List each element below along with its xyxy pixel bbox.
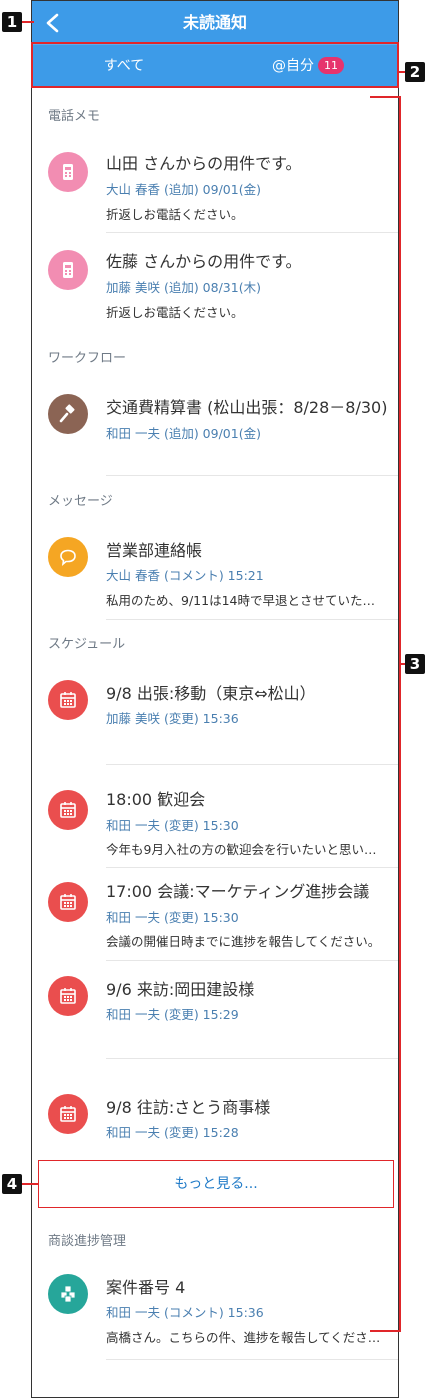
- tab-mentions[interactable]: @自分 11: [216, 45, 398, 88]
- divider: [106, 475, 398, 476]
- item-title: 9/8 往訪:さとう商事様: [106, 1098, 271, 1117]
- item-meta: 和田 一夫 (コメント) 15:36: [106, 1305, 264, 1320]
- item-title: 案件番号 4: [106, 1278, 186, 1297]
- tab-bar: すべて @自分 11: [32, 44, 398, 88]
- section-header-schedule: スケジュール: [48, 637, 126, 652]
- item-meta: 和田 一夫 (変更) 15:30: [106, 910, 239, 925]
- gavel-icon: [48, 394, 88, 434]
- list-item[interactable]: 18:00 歓迎会 和田 一夫 (変更) 15:30 今年も9月入社の方の歓迎会…: [32, 786, 398, 866]
- list-item[interactable]: 9/6 来訪:岡田建設様 和田 一夫 (変更) 15:29: [32, 976, 398, 1056]
- list-item[interactable]: 案件番号 4 和田 一夫 (コメント) 15:36 高橋さん。こちらの件、進捗を…: [32, 1274, 398, 1354]
- callout-2-leader: [399, 71, 405, 73]
- show-more-button[interactable]: もっと見る...: [38, 1160, 394, 1208]
- list-item[interactable]: 営業部連絡帳 大山 春香 (コメント) 15:21 私用のため、9/11は14時…: [32, 537, 398, 617]
- divider: [106, 764, 398, 765]
- tab-all-label: すべて: [103, 58, 145, 74]
- divider: [106, 1359, 398, 1360]
- item-meta: 和田 一夫 (変更) 15:30: [106, 818, 239, 833]
- item-meta: 大山 春香 (コメント) 15:21: [106, 568, 264, 583]
- callout-2: 2: [405, 62, 425, 82]
- list-item[interactable]: 交通費精算書 (松山出張：8/28－8/30) 和田 一夫 (追加) 09/01…: [32, 390, 398, 470]
- item-title: 17:00 会議:マーケティング進捗会議: [106, 882, 370, 901]
- list-item[interactable]: 山田 さんからの用件です。 大山 春香 (追加) 09/01(金) 折返しお電話…: [32, 148, 398, 234]
- callout-3: 3: [405, 654, 425, 674]
- divider: [106, 960, 398, 961]
- item-title: 18:00 歓迎会: [106, 790, 206, 809]
- item-title: 営業部連絡帳: [106, 541, 203, 560]
- back-button[interactable]: [36, 5, 72, 41]
- top-bar: 未読通知: [32, 1, 398, 44]
- divider: [106, 1058, 398, 1059]
- section-header-workflow: ワークフロー: [48, 351, 127, 366]
- callout-1: 1: [2, 12, 22, 32]
- list-item[interactable]: 9/8 出張:移動（東京⇔松山） 加藤 美咲 (変更) 15:36: [32, 680, 398, 760]
- item-meta: 和田 一夫 (変更) 15:29: [106, 1007, 239, 1022]
- callout-4-leader: [22, 1183, 38, 1185]
- calendar-icon: [48, 790, 88, 830]
- item-meta: 大山 春香 (追加) 09/01(金): [106, 182, 261, 197]
- calendar-icon: [48, 680, 88, 720]
- boxes-icon: [48, 1274, 88, 1314]
- calendar-icon: [48, 1094, 88, 1134]
- calendar-icon: [48, 976, 88, 1016]
- show-more-label: もっと見る...: [174, 1176, 258, 1192]
- item-title: 9/6 来訪:岡田建設様: [106, 980, 255, 999]
- divider: [106, 867, 398, 868]
- divider: [106, 619, 398, 620]
- item-body: 折返しお電話ください。: [106, 207, 244, 222]
- list-item[interactable]: 佐藤 さんからの用件です。 加藤 美咲 (追加) 08/31(木) 折返しお電話…: [32, 246, 398, 332]
- callout-1-leader: [22, 21, 34, 23]
- tab-all[interactable]: すべて: [32, 45, 216, 88]
- unread-count-badge: 11: [318, 57, 344, 74]
- item-body: 高橋さん。こちらの件、進捗を報告してください。: [106, 1330, 384, 1345]
- item-meta: 加藤 美咲 (変更) 15:36: [106, 711, 239, 726]
- chevron-left-icon: [46, 13, 59, 33]
- item-body: 折返しお電話ください。: [106, 305, 244, 320]
- callout-3-leader: [399, 663, 405, 665]
- bracket-3-top: [370, 96, 401, 98]
- list-item[interactable]: 17:00 会議:マーケティング進捗会議 和田 一夫 (変更) 15:30 会議…: [32, 878, 398, 958]
- section-header-message: メッセージ: [48, 494, 113, 509]
- speech-bubble-icon: [48, 537, 88, 577]
- item-title: 佐藤 さんからの用件です。: [106, 252, 302, 271]
- item-body: 会議の開催日時までに進捗を報告してください。: [106, 934, 381, 949]
- page-title: 未読通知: [182, 13, 247, 32]
- bracket-3-bottom: [370, 1330, 401, 1332]
- item-title: 山田 さんからの用件です。: [106, 154, 302, 173]
- calendar-icon: [48, 882, 88, 922]
- phone-memo-icon: [48, 152, 88, 192]
- item-meta: 和田 一夫 (変更) 15:28: [106, 1125, 239, 1140]
- phone-memo-icon: [48, 250, 88, 290]
- item-title: 交通費精算書 (松山出張：8/28－8/30): [106, 398, 388, 417]
- callout-4: 4: [2, 1174, 22, 1194]
- section-header-deal: 商談進捗管理: [48, 1234, 127, 1249]
- item-title: 9/8 出張:移動（東京⇔松山）: [106, 684, 316, 703]
- item-meta: 加藤 美咲 (追加) 08/31(木): [106, 280, 261, 295]
- tab-mentions-label: @自分: [272, 58, 314, 74]
- section-header-phone-memo: 電話メモ: [48, 109, 101, 124]
- item-body: 私用のため、9/11は14時で早退とさせていただきます。: [106, 593, 384, 608]
- item-meta: 和田 一夫 (追加) 09/01(金): [106, 426, 261, 441]
- item-body: 今年も9月入社の方の歓迎会を行いたいと思います。: [106, 842, 384, 857]
- divider: [106, 232, 398, 233]
- bracket-3-spine: [399, 96, 401, 1332]
